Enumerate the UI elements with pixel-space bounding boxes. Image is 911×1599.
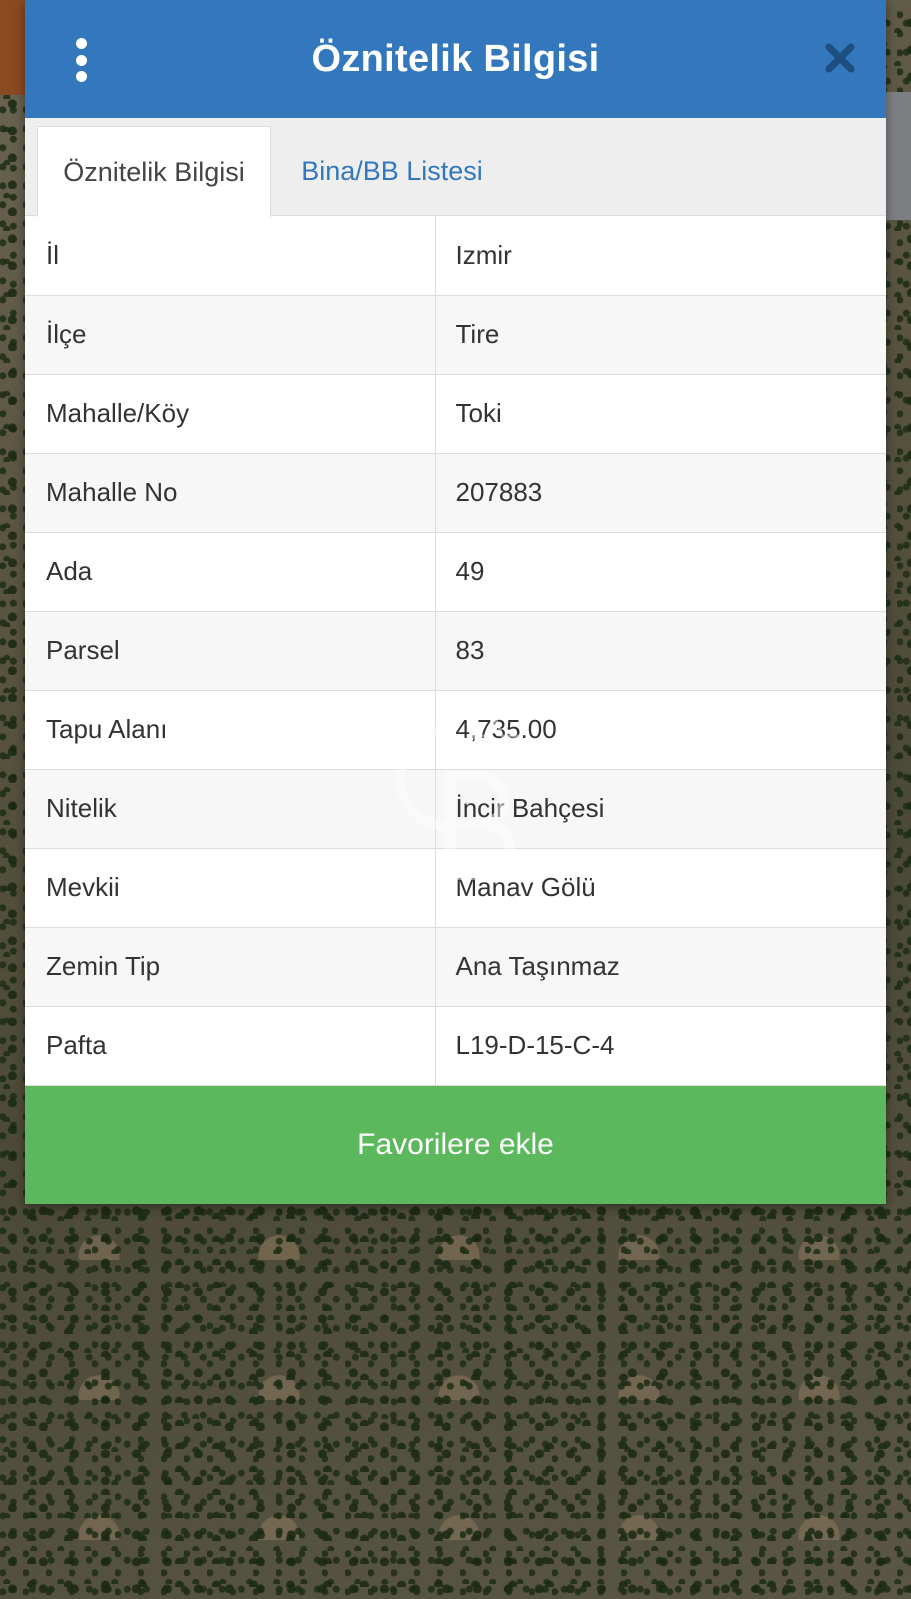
tab-attribute-info[interactable]: Öznitelik Bilgisi xyxy=(37,126,271,217)
table-row: Mahalle/Köy Toki xyxy=(25,373,886,454)
table-row: Tapu Alanı 4,735.00 xyxy=(25,689,886,770)
attribute-key: Mevkii xyxy=(25,847,436,928)
attribute-key: Zemin Tip xyxy=(25,926,436,1007)
table-row: Nitelik İncir Bahçesi xyxy=(25,768,886,849)
table-row: İl Izmir xyxy=(25,216,886,296)
table-row: Mevkii Manav Gölü xyxy=(25,847,886,928)
add-to-favorites-button[interactable]: Favorilere ekle xyxy=(25,1085,886,1204)
attribute-key: Parsel xyxy=(25,610,436,691)
attribute-key: Mahalle/Köy xyxy=(25,373,436,454)
attribute-key: Ada xyxy=(25,531,436,612)
attribute-value: 207883 xyxy=(434,452,886,533)
map-background-edge-right xyxy=(886,92,911,220)
table-row: Zemin Tip Ana Taşınmaz xyxy=(25,926,886,1007)
attribute-key: Mahalle No xyxy=(25,452,436,533)
close-icon[interactable] xyxy=(824,42,856,74)
table-row: Pafta L19-D-15-C-4 xyxy=(25,1005,886,1086)
table-row: Ada 49 xyxy=(25,531,886,612)
attribute-dialog: Öznitelik Bilgisi Öznitelik Bilgisi Bina… xyxy=(25,0,886,1204)
tab-bar: Öznitelik Bilgisi Bina/BB Listesi xyxy=(25,118,886,217)
table-row: Mahalle No 207883 xyxy=(25,452,886,533)
attribute-value: Toki xyxy=(434,373,886,454)
attribute-value: Ana Taşınmaz xyxy=(434,926,886,1007)
tab-building-list[interactable]: Bina/BB Listesi xyxy=(287,126,497,216)
vertical-dots-icon[interactable] xyxy=(69,38,93,82)
attribute-value: 4,735.00 xyxy=(434,689,886,770)
attribute-table: İl Izmir İlçe Tire Mahalle/Köy Toki Mahalle No… xyxy=(25,216,886,1086)
attribute-key: İl xyxy=(25,216,436,296)
attribute-value: Manav Gölü xyxy=(434,847,886,928)
dialog-header: Öznitelik Bilgisi xyxy=(25,0,886,118)
table-row: Parsel 83 xyxy=(25,610,886,691)
attribute-value: Tire xyxy=(434,294,886,375)
attribute-value: Izmir xyxy=(434,216,886,296)
attribute-value: L19-D-15-C-4 xyxy=(434,1005,886,1086)
attribute-value: İncir Bahçesi xyxy=(434,768,886,849)
table-row: İlçe Tire xyxy=(25,294,886,375)
dialog-title: Öznitelik Bilgisi xyxy=(311,37,600,80)
attribute-key: Pafta xyxy=(25,1005,436,1086)
attribute-key: Tapu Alanı xyxy=(25,689,436,770)
attribute-value: 83 xyxy=(434,610,886,691)
map-background-edge-left xyxy=(0,0,25,95)
attribute-key: İlçe xyxy=(25,294,436,375)
attribute-key: Nitelik xyxy=(25,768,436,849)
attribute-value: 49 xyxy=(434,531,886,612)
